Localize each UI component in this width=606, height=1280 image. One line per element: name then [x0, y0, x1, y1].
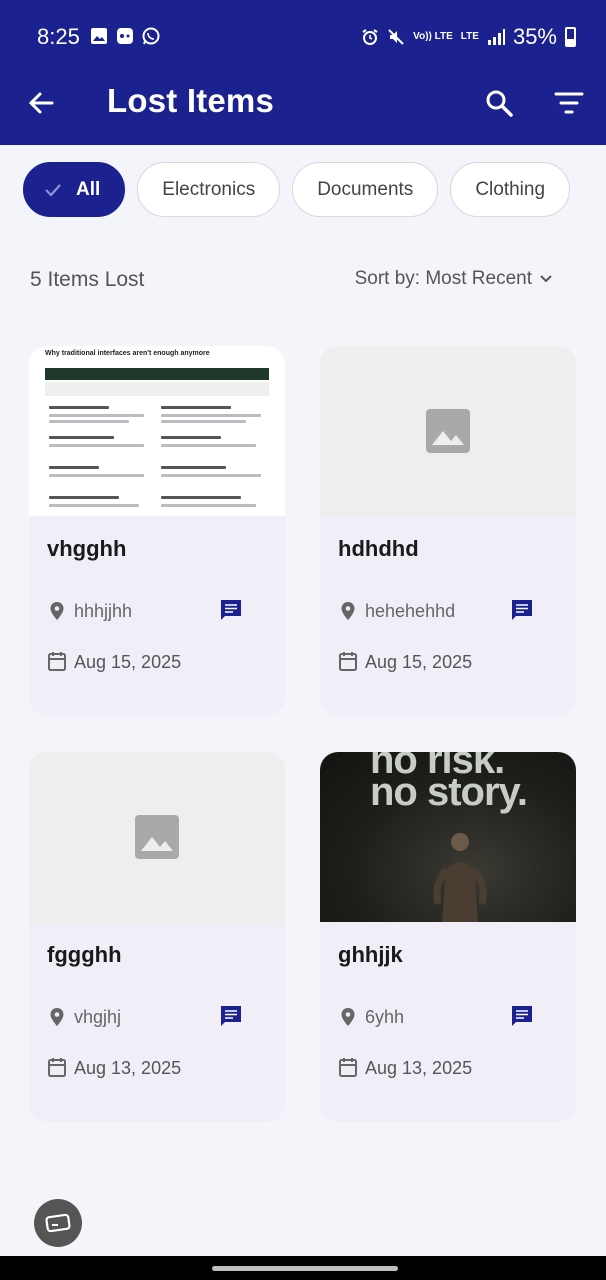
person-silhouette: [433, 833, 487, 922]
location-pin-icon: [341, 1008, 355, 1026]
item-location: vhgjhj: [74, 1007, 122, 1027]
location-pin-icon: [50, 602, 64, 620]
chip-all[interactable]: All: [23, 162, 126, 217]
message-icon[interactable]: [510, 1004, 534, 1028]
poster-thumbnail: no risk. no story.: [320, 752, 576, 922]
screen-capture-icon: [45, 1213, 71, 1233]
document-thumbnail: Why traditional interfaces aren't enough…: [29, 346, 285, 516]
battery-percent: 35%: [512, 24, 557, 49]
item-image: Why traditional interfaces aren't enough…: [29, 346, 285, 516]
home-gesture-handle[interactable]: [212, 1266, 398, 1271]
calendar-icon: [339, 652, 357, 671]
whatsapp-icon: [142, 27, 160, 45]
search-icon[interactable]: [484, 88, 514, 118]
battery-icon: [565, 27, 576, 47]
game-icon: [117, 28, 133, 44]
item-card[interactable]: Why traditional interfaces aren't enough…: [29, 346, 285, 716]
item-location: hhhjjhh: [74, 601, 133, 621]
chevron-down-icon: [540, 275, 552, 283]
check-icon: [45, 183, 61, 197]
top-bar: 8:25 Vo)) LTE LTE 35% Lost Items: [0, 0, 606, 145]
image-placeholder-icon: [135, 815, 179, 859]
sort-dropdown[interactable]: Sort by: Most Recent: [355, 268, 554, 290]
item-location: hehehehhd: [365, 601, 456, 621]
arrow-back-icon[interactable]: [26, 88, 56, 118]
item-name: vhgghh: [47, 536, 127, 561]
calendar-icon: [48, 1058, 66, 1077]
status-bar: 8:25 Vo)) LTE LTE 35%: [0, 0, 606, 76]
chip-clothing[interactable]: Clothing: [450, 162, 571, 217]
item-card[interactable]: no risk. no story. ghhjjk 6yhh Aug 13, 2…: [320, 752, 576, 1122]
item-date: Aug 15, 2025: [74, 652, 182, 672]
screen-capture-button[interactable]: [34, 1199, 82, 1247]
item-location: 6yhh: [365, 1007, 405, 1027]
calendar-icon: [339, 1058, 357, 1077]
message-icon[interactable]: [219, 1004, 243, 1028]
item-card[interactable]: fggghh vhgjhj Aug 13, 2025: [29, 752, 285, 1122]
item-date: Aug 13, 2025: [74, 1058, 182, 1078]
item-name: hdhdhd: [338, 536, 419, 561]
page-title: Lost Items: [107, 82, 275, 119]
signal-icon: [487, 29, 505, 45]
location-pin-icon: [50, 1008, 64, 1026]
location-pin-icon: [341, 602, 355, 620]
mute-icon: [388, 29, 404, 45]
item-date: Aug 13, 2025: [365, 1058, 473, 1078]
chip-documents[interactable]: Documents: [292, 162, 439, 217]
app-bar: Lost Items: [0, 76, 606, 145]
item-image: no risk. no story.: [320, 752, 576, 922]
system-nav-bar: [0, 1256, 606, 1280]
calendar-icon: [48, 652, 66, 671]
items-count: 5 Items Lost: [30, 268, 145, 291]
item-image: [320, 346, 576, 516]
alarm-icon: [362, 29, 378, 45]
item-image: [29, 752, 285, 922]
chip-electronics[interactable]: Electronics: [137, 162, 281, 217]
gallery-icon: [91, 28, 107, 44]
status-time: 8:25: [37, 24, 80, 49]
image-placeholder-icon: [426, 409, 470, 453]
item-card[interactable]: hdhdhd hehehehhd Aug 15, 2025: [320, 346, 576, 716]
item-date: Aug 15, 2025: [365, 652, 473, 672]
filter-chips: All Electronics Documents Clothing: [23, 162, 571, 217]
item-name: ghhjjk: [338, 942, 403, 967]
message-icon[interactable]: [510, 598, 534, 622]
item-name: fggghh: [47, 942, 122, 967]
filter-icon[interactable]: [554, 90, 584, 116]
message-icon[interactable]: [219, 598, 243, 622]
